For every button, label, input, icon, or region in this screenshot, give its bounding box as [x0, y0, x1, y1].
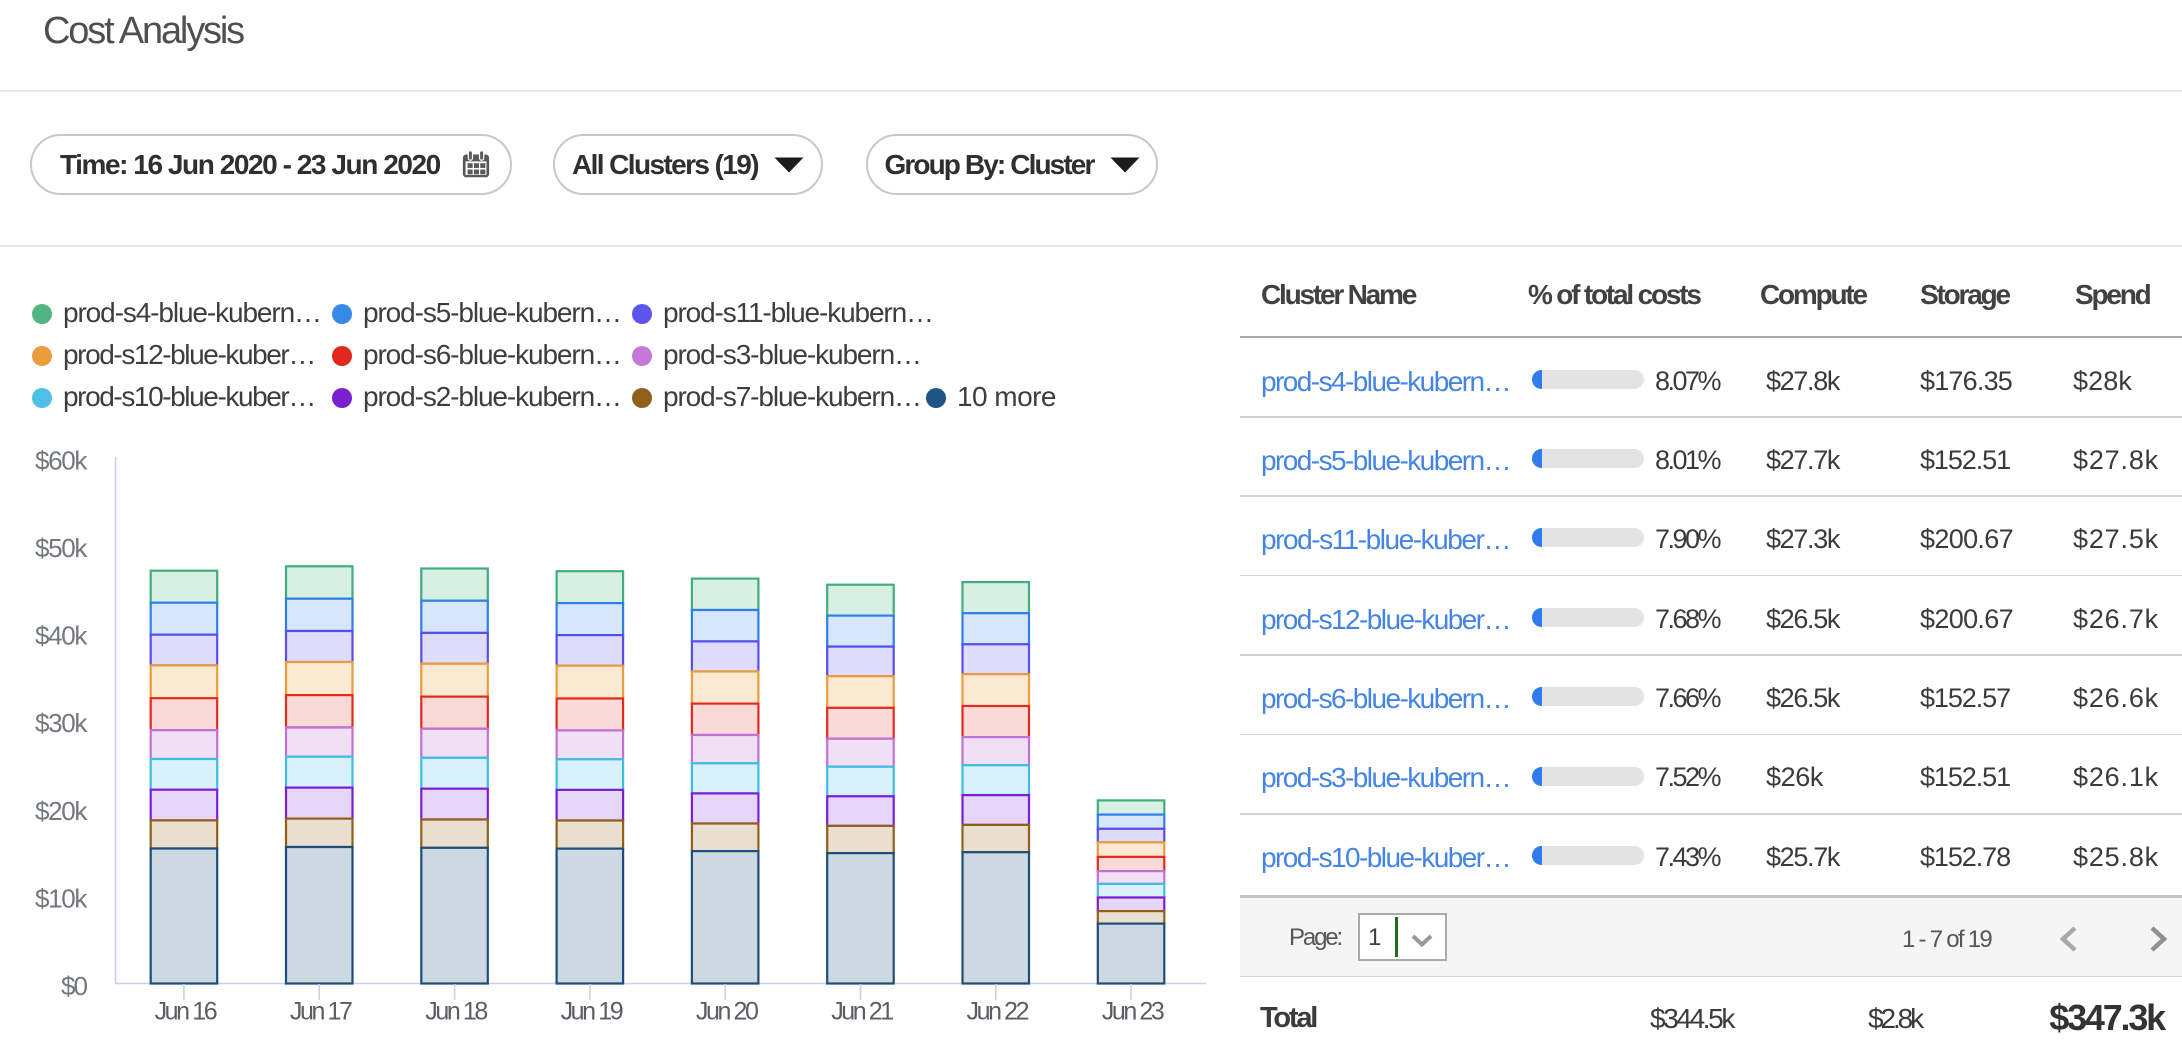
- svg-text:Jun 17: Jun 17: [290, 998, 352, 1026]
- svg-text:Jun 16: Jun 16: [155, 998, 217, 1026]
- svg-text:Jun 21: Jun 21: [831, 998, 893, 1026]
- svg-text:$30k: $30k: [35, 708, 88, 738]
- svg-text:$20k: $20k: [35, 796, 88, 826]
- svg-text:$50k: $50k: [35, 533, 88, 563]
- svg-text:$0: $0: [61, 971, 88, 1001]
- svg-text:$60k: $60k: [35, 445, 88, 475]
- svg-text:$10k: $10k: [35, 883, 88, 913]
- svg-text:Jun 20: Jun 20: [696, 998, 758, 1026]
- svg-text:Jun 19: Jun 19: [561, 998, 623, 1026]
- svg-text:$40k: $40k: [35, 621, 88, 651]
- svg-text:Jun 18: Jun 18: [425, 998, 487, 1026]
- svg-text:Jun 23: Jun 23: [1102, 998, 1164, 1026]
- svg-text:Jun 22: Jun 22: [966, 998, 1028, 1026]
